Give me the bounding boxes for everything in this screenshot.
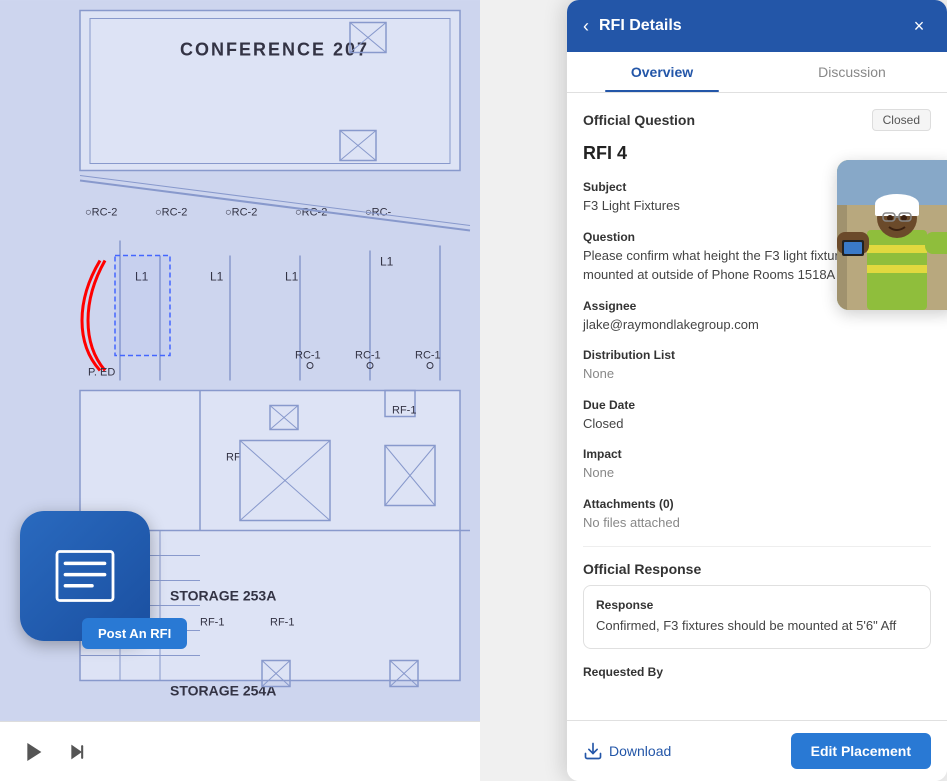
response-value: Confirmed, F3 fixtures should be mounted… <box>596 616 918 636</box>
tab-discussion[interactable]: Discussion <box>757 52 947 92</box>
rfi-panel: ‹ RFI Details × Overview Discussion Offi… <box>567 0 947 781</box>
response-label: Response <box>596 598 918 612</box>
svg-text:○RC-2: ○RC-2 <box>85 207 117 219</box>
distribution-value: None <box>583 364 931 384</box>
svg-text:RC-1: RC-1 <box>415 350 441 362</box>
official-question-header: Official Question Closed <box>583 109 931 131</box>
play-icon[interactable] <box>20 738 48 766</box>
svg-text:STORAGE 254A: STORAGE 254A <box>170 683 276 699</box>
impact-label: Impact <box>583 447 931 461</box>
svg-text:○RC-2: ○RC-2 <box>225 207 257 219</box>
svg-text:STORAGE 253A: STORAGE 253A <box>170 588 276 604</box>
impact-value: None <box>583 463 931 483</box>
svg-text:RF-1: RF-1 <box>392 405 416 417</box>
blueprint-toolbar <box>0 721 480 781</box>
attachments-field: Attachments (0) No files attached <box>583 497 931 533</box>
section-divider <box>583 546 931 547</box>
assignee-value: jlake@raymondlakegroup.com <box>583 315 931 335</box>
distribution-field: Distribution List None <box>583 348 931 384</box>
close-button[interactable]: × <box>907 14 931 38</box>
svg-text:RF-1: RF-1 <box>270 617 294 629</box>
svg-text:L1: L1 <box>210 270 224 284</box>
svg-text:L1: L1 <box>380 255 394 269</box>
download-icon <box>583 741 603 761</box>
impact-field: Impact None <box>583 447 931 483</box>
rfi-footer: Download Edit Placement <box>567 720 947 781</box>
requested-by-label: Requested By <box>583 665 931 679</box>
official-response-label: Official Response <box>583 561 931 577</box>
main-container: CONFERENCE 207 ○RC-2 ○RC-2 ○RC-2 ○RC-2 ○… <box>0 0 947 781</box>
due-date-value: Closed <box>583 414 931 434</box>
svg-text:RC-1: RC-1 <box>295 350 321 362</box>
due-date-label: Due Date <box>583 398 931 412</box>
response-card: Response Confirmed, F3 fixtures should b… <box>583 585 931 649</box>
back-button[interactable]: ‹ <box>583 16 589 37</box>
panel-title: RFI Details <box>599 17 897 35</box>
download-label: Download <box>609 743 671 759</box>
download-button[interactable]: Download <box>583 733 671 769</box>
worker-photo <box>837 160 947 310</box>
svg-text:P. ED: P. ED <box>88 367 115 379</box>
svg-text:L1: L1 <box>285 270 299 284</box>
svg-text:CONFERENCE 207: CONFERENCE 207 <box>180 40 369 60</box>
official-question-label: Official Question <box>583 112 695 128</box>
svg-text:RF-1: RF-1 <box>200 617 224 629</box>
post-rfi-button[interactable]: Post An RFI <box>82 618 187 649</box>
svg-text:RC-1: RC-1 <box>355 350 381 362</box>
official-response-section: Official Response Response Confirmed, F3… <box>583 561 931 649</box>
svg-text:○RC-2: ○RC-2 <box>155 207 187 219</box>
distribution-label: Distribution List <box>583 348 931 362</box>
blueprint-panel: CONFERENCE 207 ○RC-2 ○RC-2 ○RC-2 ○RC-2 ○… <box>0 0 480 781</box>
tab-overview[interactable]: Overview <box>567 52 757 92</box>
attachments-value: No files attached <box>583 513 931 533</box>
rfi-tabs: Overview Discussion <box>567 52 947 93</box>
blueprint-canvas: CONFERENCE 207 ○RC-2 ○RC-2 ○RC-2 ○RC-2 ○… <box>0 0 480 721</box>
edit-placement-button[interactable]: Edit Placement <box>791 733 931 769</box>
skip-icon[interactable] <box>64 738 92 766</box>
status-badge: Closed <box>872 109 931 131</box>
rfi-header: ‹ RFI Details × <box>567 0 947 52</box>
due-date-field: Due Date Closed <box>583 398 931 434</box>
attachments-label: Attachments (0) <box>583 497 931 511</box>
